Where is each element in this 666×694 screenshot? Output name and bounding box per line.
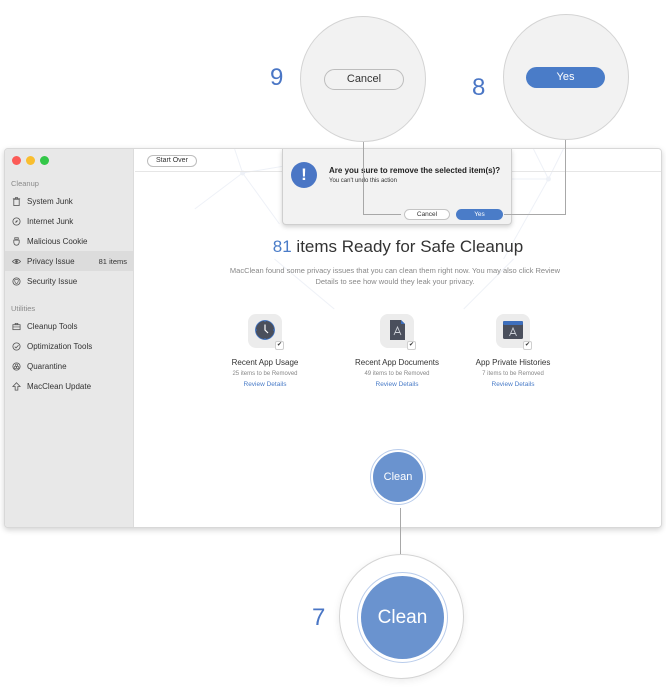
section-label-cleanup: Cleanup xyxy=(11,179,39,188)
eye-icon xyxy=(12,257,21,266)
dialog-title: Are you sure to remove the selected item… xyxy=(329,166,501,175)
callout-number-7: 7 xyxy=(312,604,326,631)
window-controls xyxy=(12,156,49,165)
sidebar-item-label: Malicious Cookie xyxy=(27,236,88,246)
review-details-link[interactable]: Review Details xyxy=(337,381,457,388)
callout-number-9: 9 xyxy=(270,64,284,91)
toolbox-icon xyxy=(12,322,21,331)
category-title: Recent App Documents xyxy=(354,358,440,367)
sidebar-item-label: System Junk xyxy=(27,196,73,206)
review-details-link[interactable]: Review Details xyxy=(453,381,573,388)
category-subtitle: 7 items to be Removed xyxy=(482,371,544,377)
connector-line-cancel-vertical xyxy=(363,142,364,215)
sidebar-item-system-junk[interactable]: System Junk xyxy=(5,191,134,211)
clean-button[interactable]: Clean xyxy=(373,452,423,502)
sidebar-item-label: Optimization Tools xyxy=(27,341,93,351)
sidebar-item-optimization-tools[interactable]: Optimization Tools xyxy=(5,336,134,356)
page-headline: 81 items Ready for Safe Cleanup xyxy=(135,237,661,257)
sidebar-item-internet-junk[interactable]: Internet Junk xyxy=(5,211,134,231)
sidebar-item-label: Quarantine xyxy=(27,361,67,371)
main-panel: Start Over ! Are you sure to remove the … xyxy=(135,149,661,527)
cookie-jar-icon xyxy=(12,236,21,246)
callout-yes-button[interactable]: Yes xyxy=(526,67,605,88)
sidebar-item-label: Cleanup Tools xyxy=(27,321,78,331)
app-window: Cleanup System Junk Internet Junk Malici… xyxy=(4,148,662,528)
category-icon-box[interactable]: ✔ xyxy=(496,314,532,350)
checkbox-checked[interactable]: ✔ xyxy=(407,341,416,350)
checkbox-checked[interactable]: ✔ xyxy=(275,341,284,350)
category-app-private-histories: ✔ App Private Histories 7 items to be Re… xyxy=(453,314,573,388)
checkbox-checked[interactable]: ✔ xyxy=(523,341,532,350)
connector-line-yes-vertical xyxy=(565,140,566,215)
callout-clean-ring: Clean xyxy=(357,572,448,663)
category-title: App Private Histories xyxy=(475,358,551,367)
warning-icon: ! xyxy=(291,162,317,188)
sidebar: Cleanup System Junk Internet Junk Malici… xyxy=(5,149,134,527)
headline-text: items Ready for Safe Cleanup xyxy=(291,237,524,256)
shield-icon xyxy=(12,276,21,286)
app-document-icon xyxy=(390,320,405,340)
category-subtitle: 25 items to be Removed xyxy=(232,371,298,377)
connector-line-yes-horizontal xyxy=(504,214,566,215)
sidebar-item-label: MacClean Update xyxy=(27,381,92,391)
sidebar-item-privacy-issue[interactable]: Privacy Issue 81 items xyxy=(5,251,134,271)
clean-button-ring: Clean xyxy=(370,449,426,505)
dialog-cancel-button[interactable]: Cancel xyxy=(404,209,450,220)
minimize-window-button[interactable] xyxy=(26,156,35,165)
app-store-folder-icon xyxy=(503,321,523,339)
close-window-button[interactable] xyxy=(12,156,21,165)
category-subtitle: 49 items to be Removed xyxy=(364,371,430,377)
sidebar-item-security-issue[interactable]: Security Issue xyxy=(5,271,134,291)
category-title: Recent App Usage xyxy=(231,358,299,367)
gauge-icon xyxy=(12,341,21,351)
sidebar-item-cleanup-tools[interactable]: Cleanup Tools xyxy=(5,316,134,336)
compass-icon xyxy=(12,216,21,226)
section-label-utilities: Utilities xyxy=(11,304,36,313)
category-icon-box[interactable]: ✔ xyxy=(248,314,284,350)
clock-icon xyxy=(255,320,275,340)
connector-line-clean xyxy=(400,508,401,555)
biohazard-icon xyxy=(12,361,21,371)
callout-clean-magnifier: Clean xyxy=(339,554,464,679)
dialog-yes-button[interactable]: Yes xyxy=(456,209,503,220)
category-icon-box[interactable]: ✔ xyxy=(380,314,416,350)
callout-number-8: 8 xyxy=(472,74,486,101)
callout-yes-magnifier: Yes xyxy=(503,14,629,140)
privacy-issue-count: 81 items xyxy=(98,256,127,266)
sidebar-item-malicious-cookie[interactable]: Malicious Cookie xyxy=(5,231,134,251)
connector-line-cancel-horizontal xyxy=(363,214,401,215)
sidebar-item-label: Security Issue xyxy=(27,276,78,286)
zoom-window-button[interactable] xyxy=(40,156,49,165)
callout-clean-button[interactable]: Clean xyxy=(361,576,444,659)
sidebar-item-quarantine[interactable]: Quarantine xyxy=(5,356,134,376)
review-details-link[interactable]: Review Details xyxy=(205,381,325,388)
category-recent-app-usage: ✔ Recent App Usage 25 items to be Remove… xyxy=(205,314,325,388)
start-over-button[interactable]: Start Over xyxy=(147,155,197,167)
sidebar-item-label: Privacy Issue xyxy=(27,256,75,266)
page-description: MacClean found some privacy issues that … xyxy=(229,266,561,286)
sidebar-item-label: Internet Junk xyxy=(27,216,74,226)
category-recent-app-documents: ✔ Recent App Documents 49 items to be Re… xyxy=(337,314,457,388)
sidebar-item-macclean-update[interactable]: MacClean Update xyxy=(5,376,134,396)
callout-cancel-button[interactable]: Cancel xyxy=(324,69,404,90)
arrow-up-icon xyxy=(12,381,21,391)
items-count: 81 xyxy=(272,237,292,256)
callout-cancel-magnifier: Cancel xyxy=(300,16,426,142)
trash-icon xyxy=(12,196,21,206)
